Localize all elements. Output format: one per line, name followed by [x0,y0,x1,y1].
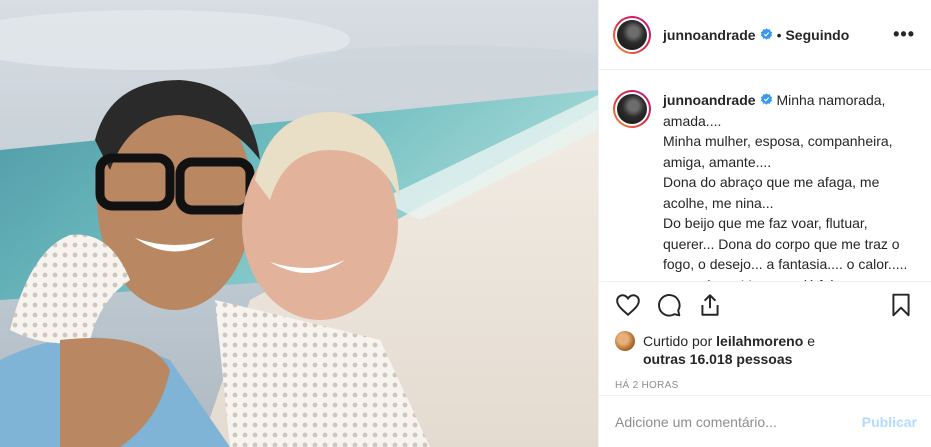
likes-conjunction: e [807,333,815,349]
author-username-link[interactable]: junnoandrade [663,27,756,43]
post-photo[interactable] [0,0,598,447]
post-header: junnoandrade • Seguindo ••• [599,0,931,70]
avatar-ring [615,17,649,52]
comment-input[interactable] [615,413,862,430]
likes-prefix: Curtido por [643,333,713,349]
bookmark-icon[interactable] [888,292,915,319]
avatar-ring [615,92,649,126]
caption-body: Minha namorada, amada.... Minha mulher, … [663,92,908,281]
caption-avatar-image [617,94,647,124]
comment-form: Publicar [599,395,931,447]
verified-badge-icon [760,93,772,105]
heart-icon[interactable] [615,292,642,319]
beach-selfie-image [0,0,598,447]
following-button[interactable]: Seguindo [785,27,849,43]
caption-username-link[interactable]: junnoandrade [663,92,756,108]
liker-username-link[interactable]: leilahmoreno [716,333,803,349]
likes-others-link[interactable]: outras 16.018 pessoas [643,351,792,367]
author-avatar-image [617,19,647,50]
separator-dot: • [776,26,782,43]
caption-section: junnoandrade Minha namorada, amada.... M… [599,70,931,282]
more-options-icon[interactable]: ••• [893,24,915,45]
caption-text: junnoandrade Minha namorada, amada.... M… [663,90,915,281]
publish-button[interactable]: Publicar [862,414,917,430]
share-icon[interactable] [697,292,724,319]
author-avatar[interactable] [613,15,651,54]
verified-badge-icon [760,28,772,40]
likes-summary: Curtido por leilahmoreno e outras 16.018… [599,328,931,372]
post-details-panel: junnoandrade • Seguindo ••• junnoandrade… [598,0,931,447]
likes-text: Curtido por leilahmoreno e outras 16.018… [643,332,815,368]
instagram-post: junnoandrade • Seguindo ••• junnoandrade… [0,0,931,447]
caption-author-avatar[interactable] [613,90,651,128]
comment-icon[interactable] [656,292,683,319]
liker-avatar[interactable] [615,331,635,351]
action-bar [599,282,931,328]
